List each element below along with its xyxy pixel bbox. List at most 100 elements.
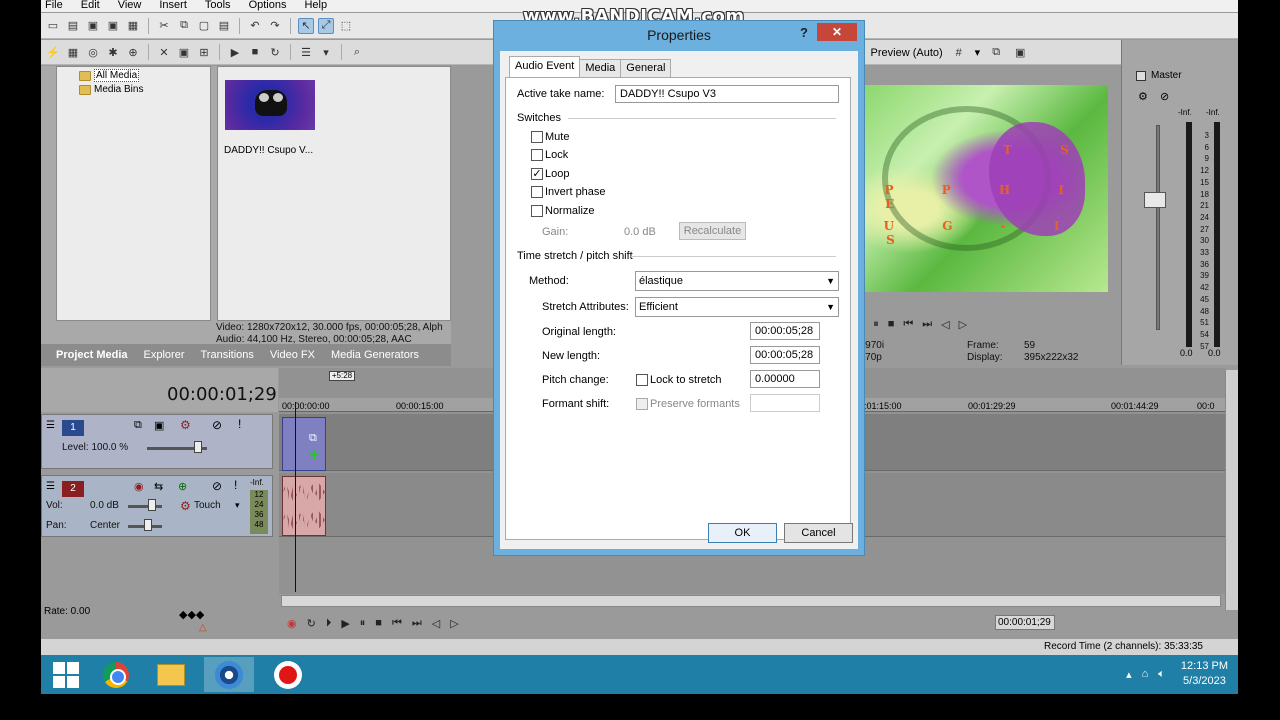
track-collapse-icon[interactable]: ☰ — [46, 481, 55, 492]
formant-shift-field[interactable] — [750, 394, 820, 412]
close-button[interactable]: ✕ — [817, 23, 857, 41]
vol-slider[interactable] — [128, 505, 162, 508]
tab-general[interactable]: General — [620, 59, 672, 78]
audio-event-clip[interactable] — [282, 476, 326, 536]
recalculate-button[interactable]: Recalculate — [679, 222, 746, 240]
new-project-icon[interactable]: ▭ — [45, 18, 61, 34]
normalize-checkbox[interactable] — [531, 205, 543, 217]
master-fader-knob[interactable] — [1144, 192, 1166, 208]
master-fader-track[interactable] — [1156, 125, 1160, 330]
stop-icon[interactable]: ■ — [888, 318, 895, 330]
new-length-field[interactable]: 00:00:05;28 — [750, 346, 820, 364]
remove-media-icon[interactable]: ✕ — [156, 44, 172, 60]
taskbar-file-explorer[interactable] — [146, 657, 196, 692]
vol-slider-knob[interactable] — [148, 499, 156, 511]
automation-dropdown-icon[interactable]: ▾ — [235, 500, 240, 511]
invert-phase-checkbox[interactable] — [531, 186, 543, 198]
tree-item-media-bins[interactable]: Media Bins — [79, 84, 143, 95]
track-solo-icon[interactable]: ! — [238, 417, 241, 431]
track-mute-icon[interactable]: ⊘ — [212, 418, 222, 432]
mute-checkbox[interactable] — [531, 131, 543, 143]
event-fx-icon[interactable]: ✚ — [309, 448, 319, 462]
save-icon[interactable]: ▣ — [85, 18, 101, 34]
search-media-icon[interactable]: ⊕ — [125, 44, 141, 60]
tab-transitions[interactable]: Transitions — [201, 349, 254, 361]
media-fx-icon[interactable]: ✱ — [105, 44, 121, 60]
save-as-icon[interactable]: ▣ — [105, 18, 121, 34]
next-frame-icon[interactable]: ▷ — [959, 318, 967, 331]
video-track-header[interactable]: ☰ 1 ⧉ ▣ ⚙ ⊘ ! Level: 100.0 % — [41, 414, 273, 469]
menu-tools[interactable]: Tools — [205, 0, 231, 12]
preview-mode[interactable]: Preview (Auto) — [871, 47, 943, 59]
go-to-end-icon[interactable]: ⏭ — [412, 617, 422, 630]
track-mute-icon[interactable]: ⊘ — [212, 479, 222, 493]
tab-video-fx[interactable]: Video FX — [270, 349, 315, 361]
menu-view[interactable]: View — [118, 0, 142, 12]
play-icon[interactable]: ▶ — [341, 617, 349, 630]
rate-slider-icon[interactable]: ◆◆◆ — [179, 608, 204, 621]
timeline-vertical-scrollbar[interactable] — [1225, 370, 1238, 610]
normal-edit-tool-icon[interactable]: ↖ — [298, 17, 314, 34]
track-motion-icon[interactable]: ⧉ — [134, 419, 142, 432]
go-to-start-icon[interactable]: ⏮ — [392, 617, 402, 630]
video-event-clip[interactable]: ⧉ ✚ — [282, 417, 326, 471]
taskbar-chrome[interactable] — [91, 657, 141, 692]
envelope-tool-icon[interactable]: ⤢ — [318, 17, 334, 34]
original-length-field[interactable]: 00:00:05;28 — [750, 322, 820, 340]
menu-edit[interactable]: Edit — [81, 0, 100, 12]
system-clock[interactable]: 12:13 PM 5/3/2023 — [1181, 659, 1228, 689]
master-mute-icon[interactable]: ⊘ — [1160, 90, 1169, 103]
go-to-end-icon[interactable]: ⏭ — [922, 318, 932, 331]
active-take-field[interactable]: DADDY!! Csupo V3 — [615, 85, 839, 103]
track-fx-icon[interactable]: ⊕ — [178, 480, 187, 493]
undo-icon[interactable]: ↶ — [247, 18, 263, 34]
views-icon[interactable]: ☰ — [298, 44, 314, 60]
copy-snapshot-icon[interactable]: ⧉ — [988, 45, 1004, 61]
automation-icon[interactable]: ⚙ — [180, 499, 191, 513]
track-solo-icon[interactable]: ! — [234, 478, 237, 492]
media-fx-chain-icon[interactable]: ⊞ — [196, 44, 212, 60]
get-media-icon[interactable]: ◎ — [85, 44, 101, 60]
pan-slider-knob[interactable] — [144, 519, 152, 531]
next-frame-icon[interactable]: ▷ — [450, 617, 458, 630]
go-to-start-icon[interactable]: ⏮ — [903, 318, 913, 331]
capture-icon[interactable]: ▦ — [65, 44, 81, 60]
master-fx-icon[interactable]: ⚙ — [1138, 90, 1148, 103]
tab-media[interactable]: Media — [579, 59, 622, 78]
automation-mode[interactable]: Touch — [194, 500, 221, 511]
tree-item-all-media[interactable]: All Media — [79, 69, 140, 82]
media-thumbnail[interactable] — [225, 80, 315, 130]
track-fx-icon[interactable]: ⚙ — [180, 418, 191, 432]
volume-icon[interactable]: 🔈︎ — [1158, 668, 1165, 681]
record-icon[interactable]: ◉ — [287, 617, 297, 630]
preserve-formants-checkbox[interactable] — [636, 398, 648, 410]
tab-media-generators[interactable]: Media Generators — [331, 349, 419, 361]
loop-playback-icon[interactable]: ↻ — [307, 617, 316, 630]
stretch-attributes-dropdown[interactable]: Efficient ▼ — [635, 297, 839, 317]
timeline-horizontal-scrollbar[interactable] — [281, 595, 1221, 607]
stop-icon[interactable]: ■ — [375, 617, 382, 629]
cancel-button[interactable]: Cancel — [784, 523, 853, 543]
copy-icon[interactable]: ⧉ — [176, 18, 192, 34]
pause-icon[interactable]: ⏸ — [873, 318, 879, 331]
paste-icon[interactable]: ▢ — [196, 18, 212, 34]
render-icon[interactable]: ▦ — [125, 18, 141, 34]
media-properties-icon[interactable]: ▣ — [176, 44, 192, 60]
search-icon[interactable]: ⌕ — [349, 44, 365, 60]
help-icon[interactable]: ? — [800, 25, 808, 40]
show-hidden-icons-icon[interactable]: ▴ — [1126, 668, 1132, 681]
level-slider-knob[interactable] — [194, 441, 202, 453]
menu-file[interactable]: File — [45, 0, 63, 12]
cursor-position[interactable]: 00:00:01;29 — [995, 615, 1055, 630]
event-pan-crop-icon[interactable]: ⧉ — [309, 432, 317, 445]
cut-icon[interactable]: ✂ — [156, 18, 172, 34]
overlays-dropdown-icon[interactable]: ▾ — [975, 46, 981, 59]
lock-checkbox[interactable] — [531, 149, 543, 161]
audio-track-header[interactable]: ☰ 2 ◉ ⇆ ⊕ ⊘ ! -Inf. Vol: 0.0 dB ⚙ Touch … — [41, 475, 273, 537]
views-dropdown-icon[interactable]: ▾ — [318, 44, 334, 60]
lock-to-stretch-checkbox[interactable] — [636, 374, 648, 386]
playhead-cursor[interactable] — [295, 402, 296, 592]
ok-button[interactable]: OK — [708, 523, 777, 543]
pause-icon[interactable]: ⏸ — [360, 617, 366, 630]
overlays-icon[interactable]: # — [951, 45, 967, 61]
